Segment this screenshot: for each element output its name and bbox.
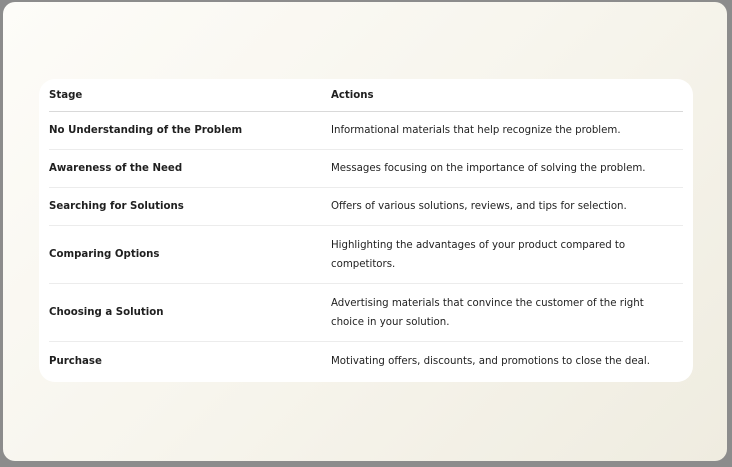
table-row: No Understanding of the Problem Informat…: [49, 111, 683, 150]
table-row: Searching for Solutions Offers of variou…: [49, 187, 683, 226]
action-cell: Offers of various solutions, reviews, an…: [331, 187, 683, 226]
table-row: Choosing a Solution Advertising material…: [49, 283, 683, 342]
table-row: Comparing Options Highlighting the advan…: [49, 225, 683, 284]
action-cell: Informational materials that help recogn…: [331, 111, 683, 150]
action-cell: Highlighting the advantages of your prod…: [331, 225, 683, 284]
action-cell: Advertising materials that convince the …: [331, 283, 683, 342]
header-row: Stage Actions: [49, 79, 683, 112]
action-cell: Messages focusing on the importance of s…: [331, 149, 683, 188]
stage-cell: Choosing a Solution: [49, 283, 331, 342]
table-row: Awareness of the Need Messages focusing …: [49, 149, 683, 188]
stage-cell: Comparing Options: [49, 225, 331, 284]
action-cell: Motivating offers, discounts, and promot…: [331, 355, 650, 367]
table-body: No Understanding of the Problem Informat…: [49, 111, 683, 381]
stage-cell: No Understanding of the Problem: [49, 111, 331, 150]
content-frame: Stage Actions No Understanding of the Pr…: [3, 2, 727, 461]
stages-table: Stage Actions No Understanding of the Pr…: [49, 79, 683, 380]
stage-cell: Searching for Solutions: [49, 187, 331, 226]
column-header-stage: Stage: [49, 79, 331, 112]
table-header: Stage Actions: [49, 79, 683, 112]
stage-cell: Awareness of the Need: [49, 149, 331, 188]
stage-cell: Purchase: [49, 355, 102, 367]
table-row: Purchase Motivating offers, discounts, a…: [49, 342, 683, 381]
table-card: Stage Actions No Understanding of the Pr…: [39, 79, 693, 382]
column-header-actions: Actions: [331, 79, 683, 112]
